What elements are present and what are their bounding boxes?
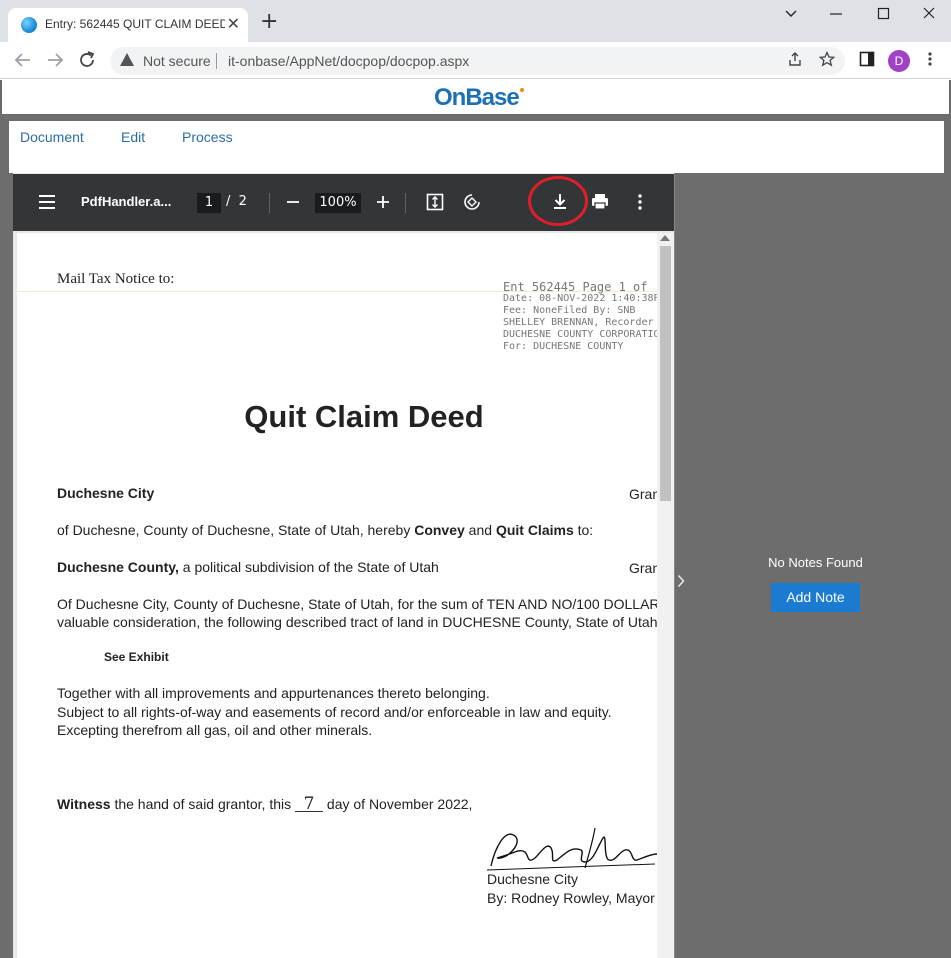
side-panel-icon[interactable] [859,51,875,71]
signature-by: By: Rodney Rowley, Mayor [487,890,655,906]
signature-image [486,827,657,871]
page-total-value: 2 [238,194,247,209]
close-window-icon[interactable] [922,4,936,28]
convey-bold: Convey [414,522,465,538]
url-text[interactable]: it-onbase/AppNet/docpop/docpop.aspx [228,53,469,69]
convey-mid: and [464,522,496,538]
grantee-tag: Gran [629,560,657,576]
toolbar-divider [405,193,406,213]
zoom-level-input[interactable]: 100% [315,193,361,213]
onbase-header: OnBase [0,80,951,116]
consideration-line-2: valuable consideration, the following de… [57,614,657,630]
stamp-line-6: For: DUCHESNE COUNTY [503,341,624,352]
stamp-line-2: Date: 08-NOV-2022 1:40:38PM [503,293,657,304]
menu-document[interactable]: Document [20,129,84,145]
chevron-down-icon[interactable] [784,4,798,28]
more-options-icon[interactable] [637,191,643,219]
menu-process[interactable]: Process [182,129,233,145]
quit-claims-bold: Quit Claims [495,522,574,538]
zoom-in-icon[interactable] [376,191,390,219]
pdf-page: Mail Tax Notice to: Ent 562445 Page 1 of… [17,233,657,958]
stamp-line-1: Ent 562445 Page 1 of [503,280,648,294]
grantor-tag: Gran [629,486,657,502]
stamp-line-5: DUCHESNE COUNTY CORPORATION [503,329,657,340]
toolbar-divider [269,193,270,213]
pdf-file-name: PdfHandler.a... [81,194,172,209]
reload-icon[interactable] [78,50,96,75]
hamburger-menu-icon[interactable] [39,195,55,213]
logo-dot [520,88,524,92]
grantee-name: Duchesne County, [57,559,179,575]
excepting-line: Excepting therefrom all gas, oil and oth… [57,722,373,738]
rotate-icon[interactable] [462,191,482,219]
together-line: Together with all improvements and appur… [57,685,490,701]
document-menu-bar: Document Edit Process [9,121,944,173]
witness-pre: the hand of said grantor, this [110,796,296,812]
warning-icon [120,53,134,66]
mail-tax-notice: Mail Tax Notice to: [57,271,175,287]
grantee-desc: a political subdivision of the State of … [178,559,439,575]
witness-day: 7 [295,796,324,813]
page-separator: / [226,194,231,209]
menu-edit[interactable]: Edit [121,129,145,145]
omnibox-divider [216,53,217,69]
tab-close-icon[interactable]: ✕ [227,14,240,34]
address-bar: Not secure it-onbase/AppNet/docpop/docpo… [0,42,951,79]
browser-tab[interactable]: Entry: 562445 QUIT CLAIM DEED ✕ [8,8,248,42]
grantor-name: Duchesne City [57,485,155,501]
no-notes-text: No Notes Found [768,555,863,570]
not-secure-label[interactable]: Not secure [143,53,211,69]
convey-line: of Duchesne, County of Duchesne, State o… [57,522,593,538]
witness-bold: Witness [57,796,111,812]
signature-city: Duchesne City [487,871,579,887]
onbase-logo: OnBase [434,84,520,111]
page-number-input[interactable]: 1 [197,193,221,213]
zoom-out-icon[interactable] [286,191,300,219]
new-tab-button[interactable]: + [260,11,278,33]
grantee-line: Duchesne County, a political subdivision… [57,559,439,575]
pdf-scrollbar-thumb[interactable] [660,246,671,501]
maximize-icon[interactable] [877,4,891,28]
globe-icon [21,17,37,33]
chevron-right-icon[interactable] [677,574,685,592]
back-icon[interactable] [14,50,32,75]
convey-pre: of Duchesne, County of Duchesne, State o… [57,522,415,538]
kebab-menu-icon[interactable] [927,51,933,71]
minimize-icon[interactable] [829,4,843,28]
browser-tab-bar: Entry: 562445 QUIT CLAIM DEED ✕ + [0,0,951,42]
notes-collapse-handle[interactable] [674,173,690,958]
stamp-line-4: SHELLEY BRENNAN, Recorder [503,317,654,328]
download-highlight-circle [528,176,588,226]
stamp-line-3: Fee: NoneFiled By: SNB [503,305,636,316]
share-icon[interactable] [787,51,803,71]
add-note-button[interactable]: Add Note [771,583,860,612]
print-icon[interactable] [590,191,610,219]
forward-icon[interactable] [46,50,64,75]
see-exhibit: See Exhibit [104,650,169,664]
document-title: Quit Claim Deed [244,399,484,434]
page-total: / 2 [226,194,247,209]
fit-page-icon[interactable] [426,191,444,219]
star-icon[interactable] [818,50,836,71]
profile-avatar[interactable]: D [888,50,910,72]
url-omnibox[interactable]: Not secure it-onbase/AppNet/docpop/docpo… [110,47,845,75]
witness-line: Witness the hand of said grantor, this 7… [57,796,473,813]
consideration-line-1: Of Duchesne City, County of Duchesne, St… [57,596,657,612]
witness-post: day of November 2022, [323,796,473,812]
subject-line: Subject to all rights-of-way and easemen… [57,704,612,720]
scroll-up-icon[interactable] [660,235,670,241]
convey-post: to: [573,522,594,538]
tab-title: Entry: 562445 QUIT CLAIM DEED [45,17,225,31]
